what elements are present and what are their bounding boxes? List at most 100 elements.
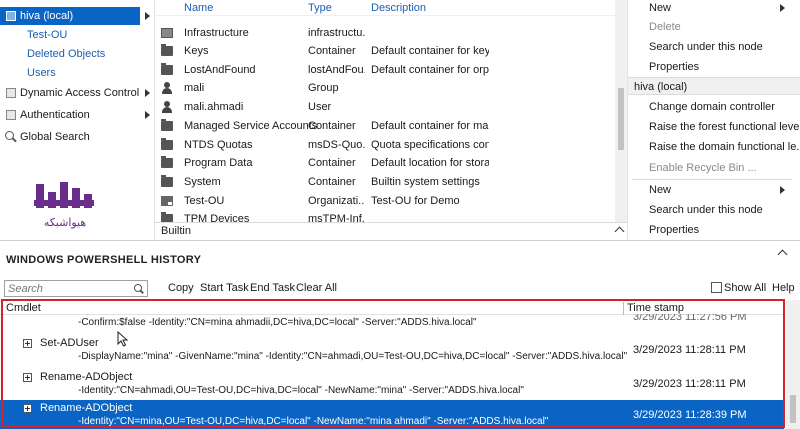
actions-section-header[interactable]: hiva (local) (628, 77, 800, 95)
item-description: Default container for key o... (371, 45, 489, 57)
domain-icon (6, 11, 16, 21)
column-header-type[interactable]: Type (308, 2, 332, 14)
expand-icon[interactable] (23, 373, 32, 382)
action-new[interactable]: New (649, 0, 671, 16)
chevron-up-icon[interactable] (614, 226, 625, 237)
item-type: infrastructu... (308, 27, 365, 39)
submenu-arrow-icon (780, 4, 785, 12)
action-raise-forest-level[interactable]: Raise the forest functional leve... (649, 119, 800, 135)
history-row-selected[interactable]: Rename-ADObject -Identity:"CN=mina,OU=Te… (0, 400, 784, 429)
time-stamp: 3/29/2023 11:28:39 PM (633, 409, 747, 421)
show-all-checkbox[interactable] (711, 282, 722, 293)
list-item[interactable]: Test-OU Organizati... Test-OU for Demo (155, 192, 615, 210)
mouse-cursor-icon (117, 331, 129, 347)
list-item[interactable]: Infrastructure infrastructu... (155, 24, 615, 42)
item-name: Keys (184, 45, 209, 57)
action-change-domain-controller[interactable]: Change domain controller (649, 99, 775, 115)
cmdlet-name: Rename-ADObject (40, 371, 133, 383)
list-item[interactable]: Managed Service Accounts Container Defau… (155, 117, 615, 135)
item-description: Quota specifications conta... (371, 139, 489, 151)
column-header-description[interactable]: Description (371, 2, 426, 14)
scrollbar-thumb[interactable] (790, 395, 796, 423)
action-properties[interactable]: Properties (649, 59, 699, 75)
history-row[interactable]: -Confirm:$false -Identity:"CN=mina ahmad… (0, 314, 784, 331)
panel-title: WINDOWS POWERSHELL HISTORY (6, 254, 202, 266)
expand-arrow-icon[interactable] (145, 12, 150, 20)
item-name: System (184, 176, 221, 188)
item-name: Program Data (184, 157, 253, 169)
help-button[interactable]: Help (772, 281, 795, 296)
nav-item-label: Dynamic Access Control (20, 87, 140, 99)
action-search-under-node[interactable]: Search under this node (649, 39, 763, 55)
nav-item-label: Global Search (20, 131, 90, 143)
item-type: msTPM-Inf... (308, 213, 365, 222)
list-item[interactable]: Keys Container Default container for key… (155, 42, 615, 60)
item-name: Test-OU (184, 195, 225, 207)
nav-item-label: Authentication (20, 109, 90, 121)
list-item[interactable]: mali.ahmadi User (155, 98, 615, 116)
item-name: TPM Devices (184, 213, 250, 222)
action-new-2[interactable]: New (649, 182, 671, 198)
expand-arrow-icon[interactable] (145, 89, 150, 97)
breadcrumb-status: Builtin (155, 222, 627, 240)
scrollbar-thumb[interactable] (618, 88, 624, 150)
item-description: Test-OU for Demo (371, 195, 460, 207)
list-header: Name Type Description (155, 0, 615, 16)
divider (632, 179, 792, 180)
folder-icon (161, 119, 173, 131)
item-type: Container (308, 176, 356, 188)
list-item[interactable]: LostAndFound lostAndFou... Default conta… (155, 61, 615, 79)
action-properties-2[interactable]: Properties (649, 222, 699, 238)
item-type: Organizati... (308, 195, 365, 207)
nav-item-domain[interactable]: hiva (local) (0, 7, 140, 25)
history-row[interactable]: Rename-ADObject -Identity:"CN=ahmadi,OU=… (0, 369, 784, 400)
show-all-label: Show All (724, 282, 767, 294)
folder-icon (161, 63, 173, 75)
expand-icon[interactable] (23, 404, 32, 413)
user-icon (161, 101, 173, 113)
navigation-pane: hiva (local) Test-OU Deleted Objects Use… (0, 0, 155, 240)
item-name: mali.ahmadi (184, 101, 244, 113)
folder-icon (161, 175, 173, 187)
item-description: Default container for man... (371, 120, 489, 132)
list-item[interactable]: TPM Devices msTPM-Inf... (155, 210, 615, 222)
group-icon (161, 82, 173, 94)
item-name: LostAndFound (184, 64, 256, 76)
status-text: Builtin (161, 225, 191, 237)
item-type: Container (308, 157, 356, 169)
chevron-up-icon[interactable] (777, 249, 788, 260)
time-stamp: 3/29/2023 11:28:11 PM (633, 378, 746, 390)
expand-icon[interactable] (23, 339, 32, 348)
infrastructure-icon (161, 28, 173, 38)
search-input[interactable] (5, 281, 131, 296)
folder-icon (6, 88, 16, 98)
item-name: Infrastructure (184, 27, 249, 39)
history-scrollbar[interactable] (786, 300, 800, 429)
list-scrollbar[interactable] (615, 0, 627, 240)
cmdlet-args: -Confirm:$false -Identity:"CN=mina ahmad… (78, 317, 477, 328)
item-type: User (308, 101, 332, 113)
list-item[interactable]: NTDS Quotas msDS-Quo... Quota specificat… (155, 136, 615, 154)
list-item[interactable]: Program Data Container Default location … (155, 154, 615, 172)
action-raise-domain-level[interactable]: Raise the domain functional le... (649, 139, 800, 155)
action-search-under-node-2[interactable]: Search under this node (649, 202, 763, 218)
action-delete: Delete (649, 21, 681, 33)
item-type: Group (308, 82, 339, 94)
copy-button[interactable]: Copy (168, 281, 194, 296)
item-type: lostAndFou... (308, 64, 365, 76)
item-type: msDS-Quo... (308, 139, 365, 151)
start-task-button[interactable]: Start Task (200, 281, 249, 296)
item-name: mali (184, 82, 205, 94)
search-box[interactable] (4, 280, 148, 297)
history-grid: Cmdlet Time stamp -Confirm:$false -Ident… (0, 302, 800, 429)
clear-all-button[interactable]: Clear All (296, 281, 337, 296)
column-header-name[interactable]: Name (184, 2, 213, 14)
search-icon (5, 131, 14, 140)
folder-icon (6, 110, 16, 120)
search-icon[interactable] (134, 284, 142, 292)
list-item[interactable]: mali Group (155, 79, 615, 97)
end-task-button[interactable]: End Task (250, 281, 295, 296)
expand-arrow-icon[interactable] (145, 111, 150, 119)
folder-icon (161, 138, 173, 150)
list-item[interactable]: System Container Builtin system settings (155, 173, 615, 191)
